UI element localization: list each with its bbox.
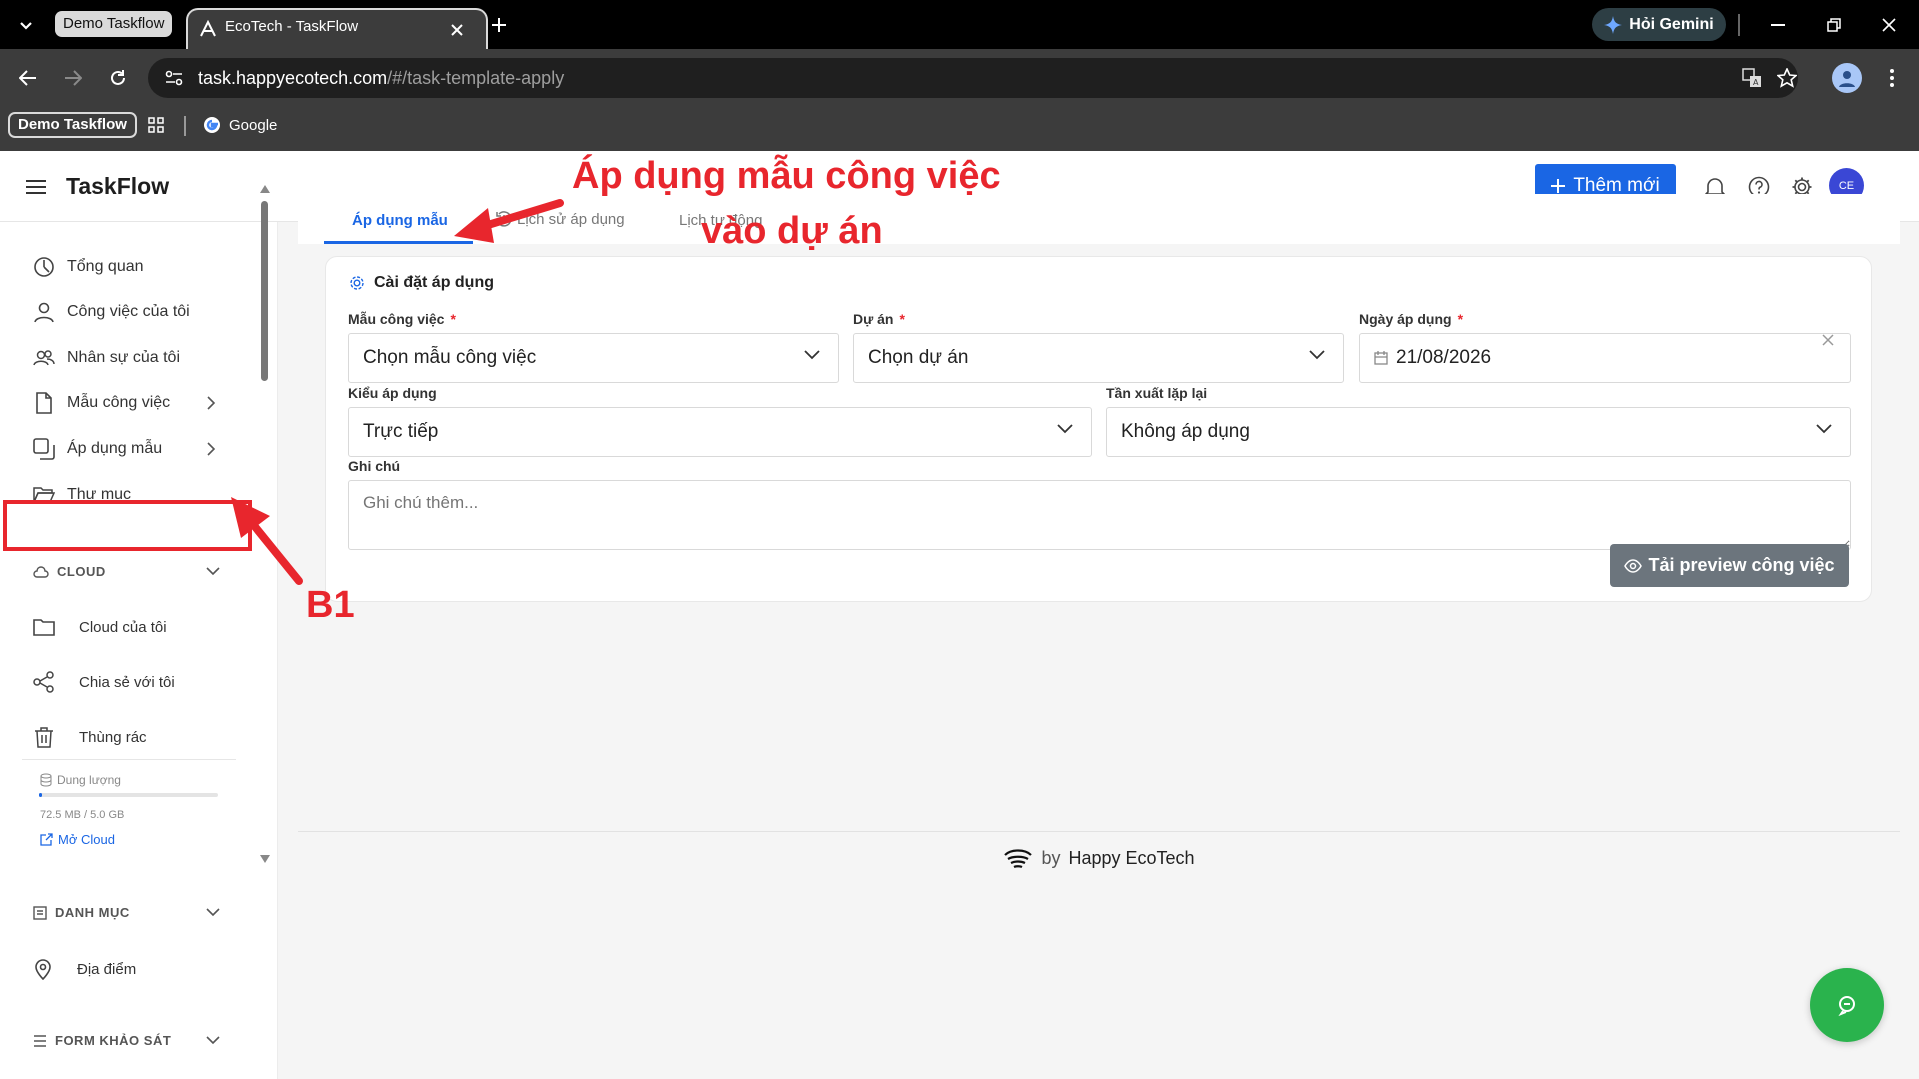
annotation-arrows [231, 199, 564, 585]
arrow-to-sidebar-icon [231, 497, 303, 585]
arrow-to-tab-icon [454, 199, 564, 243]
